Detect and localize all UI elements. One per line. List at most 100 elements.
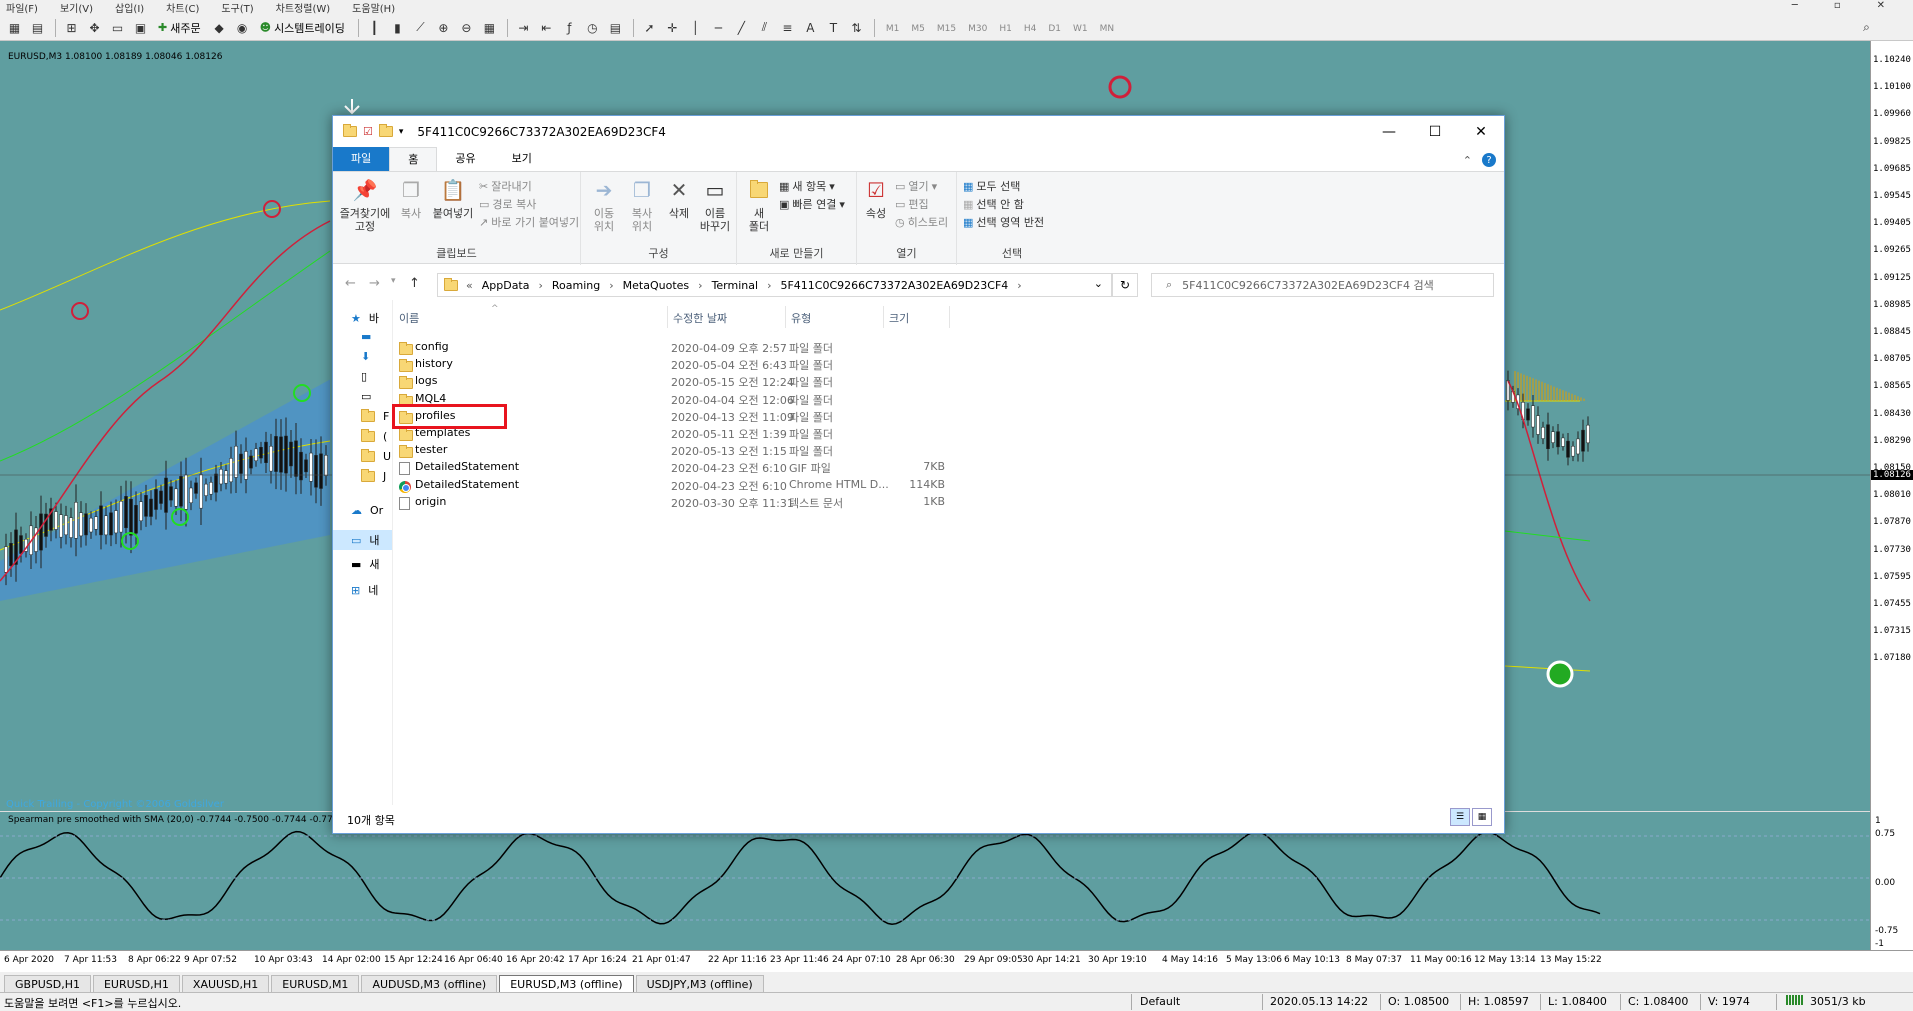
autoscroll-icon[interactable]: ⇥ [513,18,534,38]
rename-button[interactable]: ▭ 이름 바꾸기 [697,176,733,234]
tab-home[interactable]: 홈 [389,146,438,172]
tab-share[interactable]: 공유 [437,147,493,171]
tab-file[interactable]: 파일 [333,147,390,171]
new-folder-button[interactable]: 새 폴더 [743,176,775,233]
trendline-icon[interactable]: ╱ [731,18,752,38]
tile-windows-icon[interactable]: ▦ [479,18,500,38]
status-profile[interactable]: Default [1140,995,1180,1008]
chart-tab-6[interactable]: USDJPY,M3 (offline) [635,975,764,992]
periods-icon[interactable]: ◷ [582,18,603,38]
nav-network[interactable]: ⊞ 네 [351,582,378,598]
forward-icon[interactable]: → [369,276,380,291]
channel-icon[interactable]: ⫽ [754,18,775,38]
terminal-icon[interactable]: ▭ [107,18,128,38]
vertical-line-icon[interactable]: │ [685,18,706,38]
chart-tab-5[interactable]: EURUSD,M3 (offline) [499,975,634,992]
timeframe-d1[interactable]: D1 [1048,24,1061,34]
cursor-icon[interactable]: ➚ [639,18,660,38]
window-titlebar[interactable]: ☑ ▾ 5F411C0C9266C73372A302EA69D23CF4 — ☐… [333,116,1504,147]
copy-path-button[interactable]: ▭ 경로 복사 [479,196,536,212]
tester-icon[interactable]: ▣ [130,18,151,38]
nav-folder-4[interactable]: J [361,469,386,483]
recent-chevron-icon[interactable]: ▾ [391,276,396,286]
nav-documents[interactable]: ▯ [361,370,367,383]
breadcrumb-item[interactable]: Roaming [552,279,600,292]
paste-shortcut-button[interactable]: ↗ 바로 가기 붙여넣기 [479,214,579,230]
large-icons-view-icon[interactable]: ▦ [1472,808,1492,826]
arrows-icon[interactable]: ⇅ [846,18,867,38]
globe-icon[interactable]: ◉ [232,18,253,38]
nav-folder-2[interactable]: ( [361,429,387,443]
column-name[interactable]: 이름 [399,310,419,326]
cut-button[interactable]: ✂ 잘라내기 [479,178,532,194]
copy-to-button[interactable]: ❐ 복사 위치 [625,176,659,234]
chart-tab-0[interactable]: GBPUSD,H1 [4,975,91,992]
fibonacci-icon[interactable]: ≡ [777,18,798,38]
new-chart-icon[interactable]: ▦ [4,18,25,38]
invert-selection-button[interactable]: ▦ 선택 영역 반전 [963,214,1044,230]
market-watch-icon[interactable]: ⊞ [61,18,82,38]
address-dropdown-icon[interactable]: ⌄ [1094,277,1103,290]
up-icon[interactable]: ↑ [409,276,420,291]
properties-button[interactable]: ☑ 속성 [861,176,891,221]
chevron-right-icon[interactable]: › [539,279,543,292]
nav-onedrive[interactable]: ☁ Or [351,504,383,517]
timeframe-h1[interactable]: H1 [999,24,1012,34]
breadcrumb-item[interactable]: MetaQuotes [623,279,689,292]
menu-item-4[interactable]: 도구(T) [221,0,253,15]
chevron-right-icon[interactable]: › [698,279,702,292]
copy-button[interactable]: ❐ 복사 [395,176,427,221]
breadcrumb-item[interactable]: AppData [482,279,530,292]
overflow-chevron-icon[interactable]: « [466,279,473,292]
search-box[interactable]: ⌕ 5F411C0C9266C73372A302EA69D23CF4 검색 [1151,273,1494,297]
select-none-button[interactable]: ▦ 선택 안 함 [963,196,1024,212]
nav-quick-access[interactable]: ★ 바 [351,310,379,326]
maximize-button[interactable]: ☐ [1412,116,1458,147]
chart-tab-3[interactable]: EURUSD,M1 [271,975,360,992]
column-size[interactable]: 크기 [889,310,909,326]
back-icon[interactable]: ← [345,276,356,291]
system-trading-button[interactable]: ☻ 시스템트레이딩 [255,18,350,38]
breadcrumb-item[interactable]: 5F411C0C9266C73372A302EA69D23CF4 [780,279,1008,292]
menu-item-0[interactable]: 파일(F) [6,0,38,15]
chevron-down-icon[interactable]: ▾ [399,127,404,137]
select-all-button[interactable]: ▦ 모두 선택 [963,178,1020,194]
file-row-detailedstatement[interactable]: DetailedStatement 2020-04-23 오전 6:10 Chrom… [395,476,1035,494]
breadcrumb-item[interactable]: Terminal [712,279,759,292]
timeframe-w1[interactable]: W1 [1073,24,1088,34]
chart-tab-1[interactable]: EURUSD,H1 [92,975,180,992]
nav-new-volume[interactable]: ▬ 새 [351,556,380,572]
open-button[interactable]: ▭ 열기 ▾ [895,178,937,194]
column-date[interactable]: 수정한 날짜 [673,310,727,326]
menu-item-6[interactable]: 도움말(H) [352,0,395,15]
templates-icon[interactable]: ▤ [605,18,626,38]
nav-downloads[interactable]: ⬇ [361,350,370,363]
nav-folder-1[interactable]: F [361,409,389,423]
paste-button[interactable]: 📋 붙여넣기 [431,176,475,221]
navigator-icon[interactable]: ✥ [84,18,105,38]
timeframe-m1[interactable]: M1 [886,24,900,34]
line-chart-icon[interactable]: ⟋ [410,18,431,38]
file-row-config[interactable]: config 2020-04-09 오후 2:57 파일 폴더 [395,338,1035,356]
new-order-button[interactable]: ✚ 새주문 [153,18,206,38]
file-row-tester[interactable]: tester 2020-05-13 오전 1:15 파일 폴더 [395,441,1035,459]
zoom-out-icon[interactable]: ⊖ [456,18,477,38]
timeframe-mn[interactable]: MN [1100,24,1115,34]
minimize-button[interactable]: — [1366,116,1412,147]
edit-button[interactable]: ▭ 편집 [895,196,929,212]
help-icon[interactable]: ? [1482,153,1496,167]
nav-folder-3[interactable]: U [361,449,391,463]
refresh-button[interactable]: ↻ [1112,273,1138,297]
nav-desktop[interactable]: ▬ [361,330,371,343]
menu-item-3[interactable]: 차트(C) [166,0,199,15]
file-row-history[interactable]: history 2020-05-04 오전 6:43 파일 폴더 [395,355,1035,373]
address-bar[interactable]: « AppData › Roaming › MetaQuotes › Terminal › 5F4… [437,273,1112,297]
tab-view[interactable]: 보기 [494,147,550,171]
chart-tab-4[interactable]: AUDUSD,M3 (offline) [361,975,498,992]
chart-shift-icon[interactable]: ⇤ [536,18,557,38]
chevron-right-icon[interactable]: › [1017,279,1021,292]
timeframe-m15[interactable]: M15 [937,24,956,34]
history-button[interactable]: ◷ 히스토리 [895,214,948,230]
chevron-right-icon[interactable]: › [609,279,613,292]
indicators-icon[interactable]: ƒ [559,18,580,38]
